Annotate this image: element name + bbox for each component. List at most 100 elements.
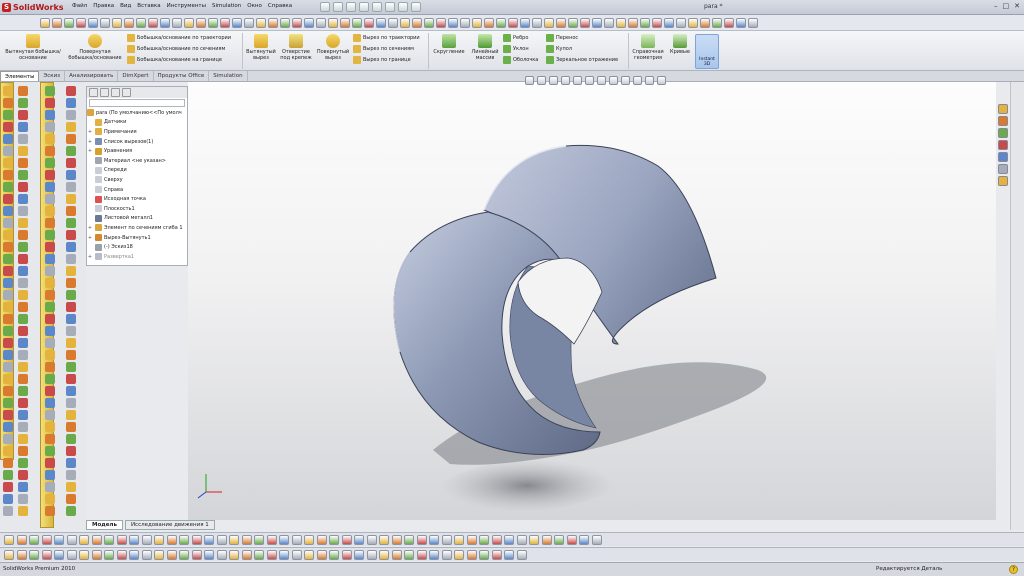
tool-icon[interactable] <box>45 278 55 288</box>
tool-icon[interactable] <box>18 386 28 396</box>
tree-item[interactable]: + Список вырезов(1) <box>87 137 187 147</box>
tool-icon[interactable] <box>45 470 55 480</box>
toolbar-icon[interactable] <box>376 18 386 28</box>
tool-icon[interactable] <box>18 158 28 168</box>
tool-icon[interactable] <box>66 206 76 216</box>
tool-icon[interactable] <box>3 110 13 120</box>
toolbar-icon[interactable] <box>592 18 602 28</box>
tab-dimxpert[interactable]: DimXpert <box>118 71 154 81</box>
tool-icon[interactable] <box>18 134 28 144</box>
tool-icon[interactable] <box>45 230 55 240</box>
toolbar-icon[interactable] <box>154 535 164 545</box>
toolbar-icon[interactable] <box>216 550 227 560</box>
tool-icon[interactable] <box>66 290 76 300</box>
toolbar-icon[interactable] <box>104 535 114 545</box>
tool-icon[interactable] <box>45 110 55 120</box>
tool-icon[interactable] <box>18 446 28 456</box>
toolbar-icon[interactable] <box>79 550 89 560</box>
tool-icon[interactable] <box>18 374 28 384</box>
toolbar-icon[interactable] <box>54 550 64 560</box>
tool-icon[interactable] <box>45 242 55 252</box>
mirror-button[interactable]: Зеркальное отражение <box>546 56 618 64</box>
task-pane-icon[interactable] <box>998 116 1008 126</box>
toolbar-icon[interactable] <box>291 535 302 545</box>
toolbar-icon[interactable] <box>724 18 734 28</box>
toolbar-icon[interactable] <box>304 18 314 28</box>
toolbar-icon[interactable] <box>91 535 102 545</box>
toolbar-icon[interactable] <box>204 550 214 560</box>
tool-icon[interactable] <box>18 458 28 468</box>
toolbar-icon[interactable] <box>366 535 377 545</box>
toolbar-icon[interactable] <box>416 535 427 545</box>
toolbar-icon[interactable] <box>460 18 470 28</box>
menu-tools[interactable]: Инструменты <box>167 3 206 9</box>
toolbar-icon[interactable] <box>41 535 52 545</box>
toolbar-icon[interactable] <box>141 550 152 560</box>
tool-icon[interactable] <box>66 434 76 444</box>
tool-icon[interactable] <box>45 446 55 456</box>
toolbar-icon[interactable] <box>748 18 758 28</box>
toolbar-icon[interactable] <box>172 18 182 28</box>
tool-icon[interactable] <box>18 350 28 360</box>
task-pane-icon[interactable] <box>998 176 1008 186</box>
toolbar-icon[interactable] <box>76 18 86 28</box>
close-button[interactable]: ✕ <box>1014 2 1020 10</box>
toolbar-icon[interactable] <box>352 18 362 28</box>
toolbar-icon[interactable] <box>508 18 518 28</box>
tool-icon[interactable] <box>3 302 13 312</box>
curves-button[interactable]: Кривые <box>667 34 693 55</box>
toolbar-icon[interactable] <box>448 18 458 28</box>
toolbar-icon[interactable] <box>79 535 89 545</box>
toolbar-icon[interactable] <box>279 535 289 545</box>
tool-icon[interactable] <box>66 218 76 228</box>
rebuild-icon[interactable] <box>398 2 408 12</box>
menu-window[interactable]: Окно <box>247 3 262 9</box>
tool-icon[interactable] <box>45 194 55 204</box>
menu-view[interactable]: Вид <box>120 3 131 9</box>
toolbar-icon[interactable] <box>441 535 452 545</box>
tool-icon[interactable] <box>3 386 13 396</box>
tool-icon[interactable] <box>66 338 76 348</box>
tab-model[interactable]: Модель <box>86 520 123 530</box>
tool-icon[interactable] <box>3 194 13 204</box>
menu-edit[interactable]: Правка <box>93 3 114 9</box>
tree-filter-input[interactable] <box>89 99 185 107</box>
toolbar-icon[interactable] <box>129 550 139 560</box>
toolbar-icon[interactable] <box>566 535 577 545</box>
tool-icon[interactable] <box>3 146 13 156</box>
view-tool-icon[interactable] <box>525 76 534 85</box>
toolbar-icon[interactable] <box>366 550 377 560</box>
toolbar-icon[interactable] <box>52 18 62 28</box>
tool-icon[interactable] <box>3 170 13 180</box>
tree-root[interactable]: para (По умолчанию<<По умолч <box>87 108 187 118</box>
view-tool-icon[interactable] <box>573 76 582 85</box>
toolbar-icon[interactable] <box>154 550 164 560</box>
toolbar-icon[interactable] <box>241 535 252 545</box>
tree-item[interactable]: Листовой металл1 <box>87 214 187 224</box>
tool-icon[interactable] <box>66 482 76 492</box>
toolbar-icon[interactable] <box>591 535 602 545</box>
tool-icon[interactable] <box>66 278 76 288</box>
toolbar-icon[interactable] <box>491 550 502 560</box>
view-tool-icon[interactable] <box>633 76 642 85</box>
tool-icon[interactable] <box>66 506 76 516</box>
toolbar-icon[interactable] <box>4 550 14 560</box>
tool-icon[interactable] <box>18 206 28 216</box>
toolbar-icon[interactable] <box>64 18 74 28</box>
fillet-button[interactable]: Скругление <box>430 34 468 55</box>
tool-icon[interactable] <box>18 314 28 324</box>
toolbar-icon[interactable] <box>316 550 327 560</box>
tree-item[interactable]: Спереди <box>87 166 187 176</box>
toolbar-icon[interactable] <box>292 18 302 28</box>
toolbar-icon[interactable] <box>304 550 314 560</box>
tool-icon[interactable] <box>18 422 28 432</box>
select-icon[interactable] <box>385 2 395 12</box>
expand-toggle-icon[interactable]: + <box>87 148 93 154</box>
task-pane-icon[interactable] <box>998 164 1008 174</box>
instant3d-button[interactable]: Instant 3D <box>695 34 719 69</box>
toolbar-icon[interactable] <box>504 550 514 560</box>
feature-tree-tab-icon[interactable] <box>89 88 98 97</box>
toolbar-icon[interactable] <box>529 535 539 545</box>
toolbar-icon[interactable] <box>736 18 746 28</box>
tool-icon[interactable] <box>66 494 76 504</box>
